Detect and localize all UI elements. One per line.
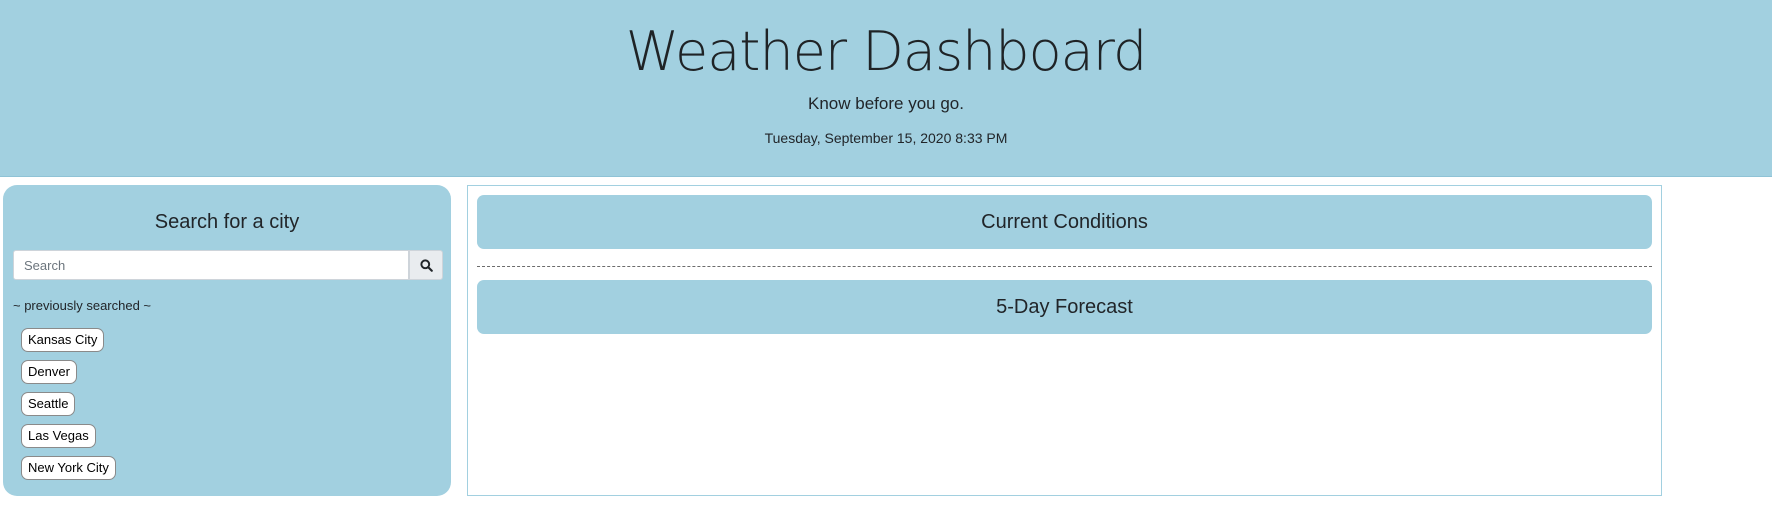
city-button-new-york-city[interactable]: New York City — [21, 456, 116, 480]
city-button-las-vegas[interactable]: Las Vegas — [21, 424, 96, 448]
tagline: Know before you go. — [808, 94, 964, 113]
city-button-denver[interactable]: Denver — [21, 360, 77, 384]
previously-searched-label: ~ previously searched ~ — [13, 298, 152, 313]
city-button-kansas-city[interactable]: Kansas City — [21, 328, 105, 352]
weather-panel: Current Conditions 5-Day Forecast — [467, 185, 1662, 496]
forecast-header: 5-Day Forecast — [477, 280, 1652, 334]
search-group — [13, 250, 443, 280]
sidebar-title: Search for a city — [154, 211, 300, 233]
search-input[interactable] — [13, 250, 409, 280]
search-sidebar: Search for a city ~ previously searched … — [3, 185, 451, 496]
city-history-list: Kansas City Denver Seattle Las Vegas New… — [21, 328, 116, 488]
header-jumbotron: Weather Dashboard Know before you go. Tu… — [0, 0, 1772, 177]
city-button-seattle[interactable]: Seattle — [21, 392, 76, 416]
section-divider — [477, 266, 1652, 267]
search-button[interactable] — [409, 250, 443, 280]
page-title: Weather Dashboard — [625, 20, 1148, 83]
current-conditions-header: Current Conditions — [477, 195, 1652, 249]
search-icon — [419, 258, 433, 272]
current-datetime: Tuesday, September 15, 2020 8:33 PM — [764, 130, 1008, 146]
